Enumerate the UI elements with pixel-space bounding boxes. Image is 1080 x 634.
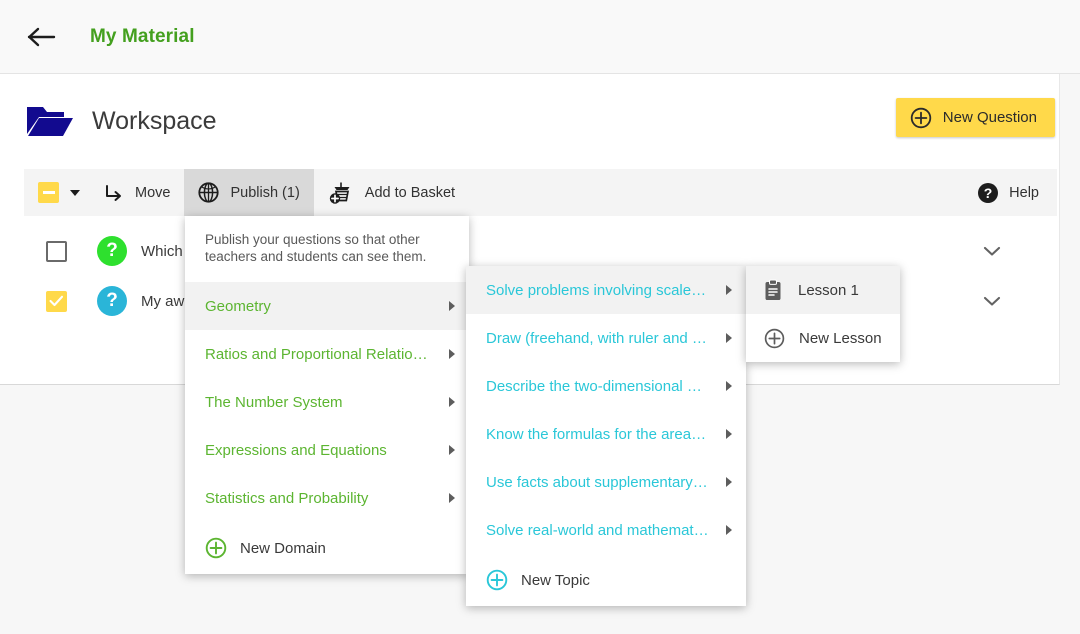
menu-item-domain-number-system[interactable]: The Number System	[185, 378, 469, 426]
toolbar-label-move: Move	[135, 184, 171, 201]
menu-item-label: Lesson 1	[798, 281, 859, 299]
checkbox-indeterminate-icon[interactable]	[38, 182, 59, 203]
chevron-right-icon	[726, 333, 732, 343]
new-question-button[interactable]: New Question	[895, 98, 1055, 137]
chevron-right-icon	[449, 349, 455, 359]
caret-down-icon[interactable]	[70, 189, 80, 196]
menu-item-label: Draw (freehand, with ruler and …	[486, 329, 707, 347]
workspace-header: Workspace New Question	[0, 74, 1059, 169]
toolbar-label-help: Help	[1009, 184, 1039, 201]
move-arrow-icon	[104, 183, 124, 203]
menu-item-label: Geometry	[205, 297, 271, 315]
publish-menu-note: Publish your questions so that other tea…	[205, 232, 427, 264]
menu-item-new-lesson[interactable]: New Lesson	[746, 314, 900, 362]
menu-item-topic-formulas[interactable]: Know the formulas for the area…	[466, 410, 746, 458]
checkbox-dash	[42, 191, 55, 194]
publish-topic-menu: Solve problems involving scale… Draw (fr…	[466, 266, 746, 606]
menu-item-label: Statistics and Probability	[205, 489, 369, 507]
select-all-dropdown[interactable]	[24, 169, 90, 216]
menu-item-topic-describe[interactable]: Describe the two-dimensional …	[466, 362, 746, 410]
publish-lesson-menu: Lesson 1 New Lesson	[746, 266, 900, 362]
menu-item-new-topic[interactable]: New Topic	[466, 554, 746, 606]
plus-circle-icon	[764, 328, 785, 349]
menu-item-label: Solve problems involving scale…	[486, 281, 707, 299]
menu-item-label: Solve real-world and mathemat…	[486, 521, 709, 539]
back-button[interactable]	[26, 21, 58, 53]
chevron-down-icon[interactable]	[983, 245, 1001, 257]
page-title: My Material	[90, 25, 195, 47]
toolbar-item-help[interactable]: ? Help	[963, 169, 1057, 216]
chevron-right-icon	[726, 477, 732, 487]
question-mark-badge: ?	[97, 286, 127, 316]
menu-item-topic-real-world[interactable]: Solve real-world and mathemat…	[466, 506, 746, 554]
menu-item-domain-statistics[interactable]: Statistics and Probability	[185, 474, 469, 522]
action-toolbar: Move Publish (1) Add to Basket ? Help	[24, 169, 1057, 216]
toolbar-item-move[interactable]: Move	[90, 169, 184, 216]
clipboard-icon	[764, 279, 782, 301]
new-question-label: New Question	[942, 109, 1037, 126]
menu-item-label: Describe the two-dimensional …	[486, 377, 702, 395]
row-checkbox[interactable]	[46, 290, 67, 312]
toolbar-item-publish[interactable]: Publish (1)	[184, 169, 314, 216]
menu-item-lesson-1[interactable]: Lesson 1	[746, 266, 900, 314]
menu-item-label: New Lesson	[799, 329, 882, 347]
chevron-right-icon	[726, 285, 732, 295]
svg-text:?: ?	[984, 185, 993, 201]
chevron-down-icon[interactable]	[983, 295, 1001, 307]
arrow-left-icon	[27, 26, 57, 48]
chevron-right-icon	[449, 301, 455, 311]
menu-item-new-domain[interactable]: New Domain	[185, 522, 469, 574]
menu-item-label: New Topic	[521, 571, 590, 589]
menu-item-topic-draw[interactable]: Draw (freehand, with ruler and …	[466, 314, 746, 362]
menu-item-label: Use facts about supplementary…	[486, 473, 708, 491]
toolbar-item-add-to-basket[interactable]: Add to Basket	[314, 169, 469, 216]
workspace-title: Workspace	[92, 107, 217, 135]
menu-item-domain-geometry[interactable]: Geometry	[185, 282, 469, 330]
chevron-right-icon	[726, 381, 732, 391]
menu-item-label: Expressions and Equations	[205, 441, 387, 459]
menu-item-domain-expressions[interactable]: Expressions and Equations	[185, 426, 469, 474]
menu-item-label: The Number System	[205, 393, 343, 411]
chevron-right-icon	[449, 445, 455, 455]
toolbar-label-publish: Publish (1)	[230, 184, 300, 201]
publish-domain-menu: Publish your questions so that other tea…	[185, 216, 469, 574]
chevron-right-icon	[449, 493, 455, 503]
menu-item-domain-ratios[interactable]: Ratios and Proportional Relatio…	[185, 330, 469, 378]
basket-plus-icon	[328, 181, 354, 205]
checkmark-icon	[49, 295, 64, 307]
menu-item-topic-scale[interactable]: Solve problems involving scale…	[466, 266, 746, 314]
app-bar: My Material	[0, 0, 1080, 74]
menu-item-topic-supplementary[interactable]: Use facts about supplementary…	[466, 458, 746, 506]
toolbar-label-add-to-basket: Add to Basket	[364, 184, 456, 201]
chevron-right-icon	[726, 525, 732, 535]
chevron-right-icon	[726, 429, 732, 439]
row-checkbox[interactable]	[46, 240, 67, 262]
folder-open-icon	[24, 102, 76, 142]
plus-circle-icon	[910, 107, 932, 129]
chevron-right-icon	[449, 397, 455, 407]
globe-icon	[198, 182, 220, 203]
menu-item-label: New Domain	[240, 539, 326, 557]
help-circle-icon: ?	[977, 182, 999, 204]
plus-circle-icon	[205, 537, 227, 559]
plus-circle-icon	[486, 569, 508, 591]
question-mark-badge: ?	[97, 236, 127, 266]
menu-item-label: Ratios and Proportional Relatio…	[205, 345, 428, 363]
menu-item-label: Know the formulas for the area…	[486, 425, 707, 443]
